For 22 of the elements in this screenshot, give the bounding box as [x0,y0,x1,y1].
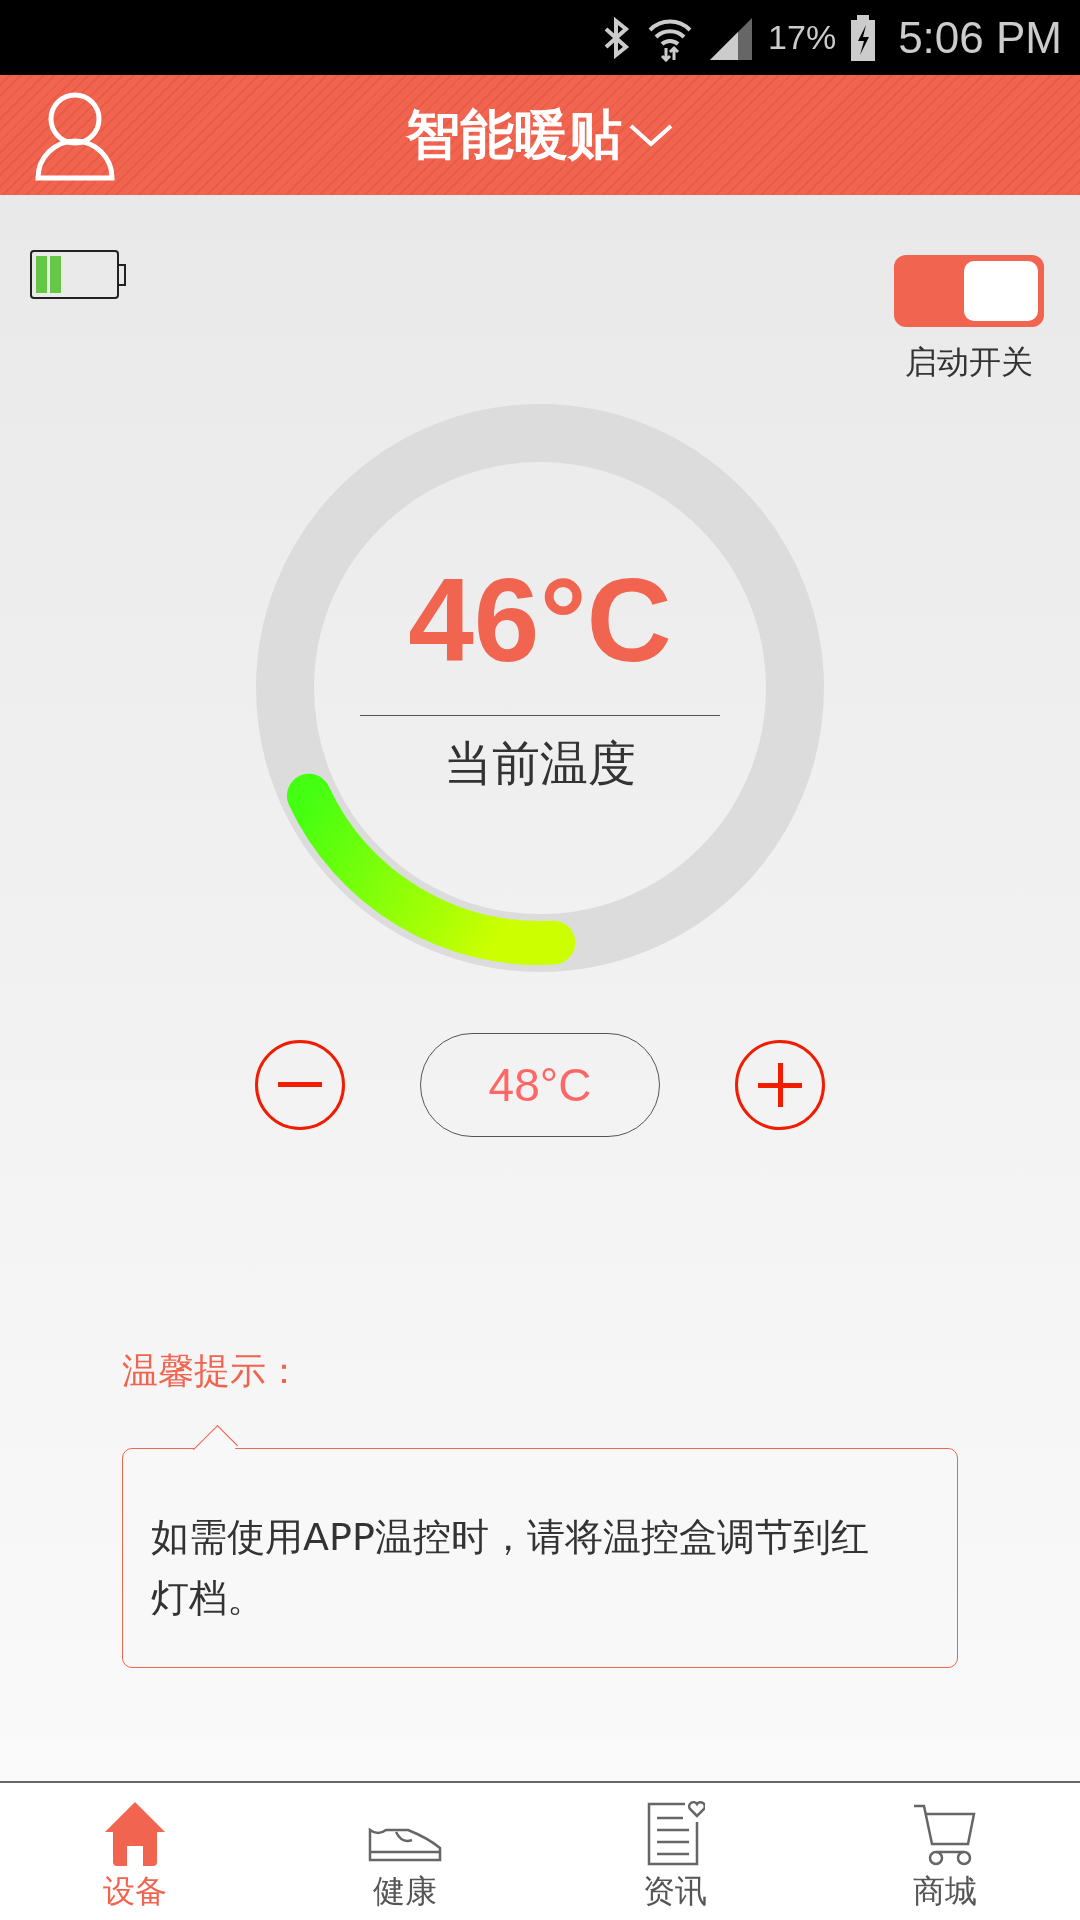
battery-charging-icon [850,14,877,61]
tip-text: 如需使用APP温控时，请将温控盒调节到红灯档。 [151,1515,869,1620]
increase-button[interactable] [735,1040,825,1130]
toggle-label: 启动开关 [905,342,1033,383]
nav-tab[interactable]: 健康 [270,1783,540,1920]
battery-percent: 17% [768,18,837,57]
cart-icon [912,1804,978,1866]
tip-title: 温馨提示： [122,1349,303,1393]
nav-tab[interactable]: 商城 [810,1783,1080,1920]
power-toggle[interactable] [894,255,1044,327]
decrease-button[interactable] [255,1040,345,1130]
plus-icon [758,1063,802,1107]
chevron-down-icon [628,122,674,148]
battery-icon [30,250,126,300]
nav-tab[interactable]: 资讯 [540,1783,810,1920]
clock: 5:06 PM [898,12,1062,63]
current-temperature: 46°C [408,560,672,679]
user-icon[interactable] [34,91,116,181]
temperature-caption: 当前温度 [444,733,636,793]
home-icon [103,1800,167,1866]
document-heart-icon [645,1800,705,1866]
minus-icon [278,1082,322,1088]
